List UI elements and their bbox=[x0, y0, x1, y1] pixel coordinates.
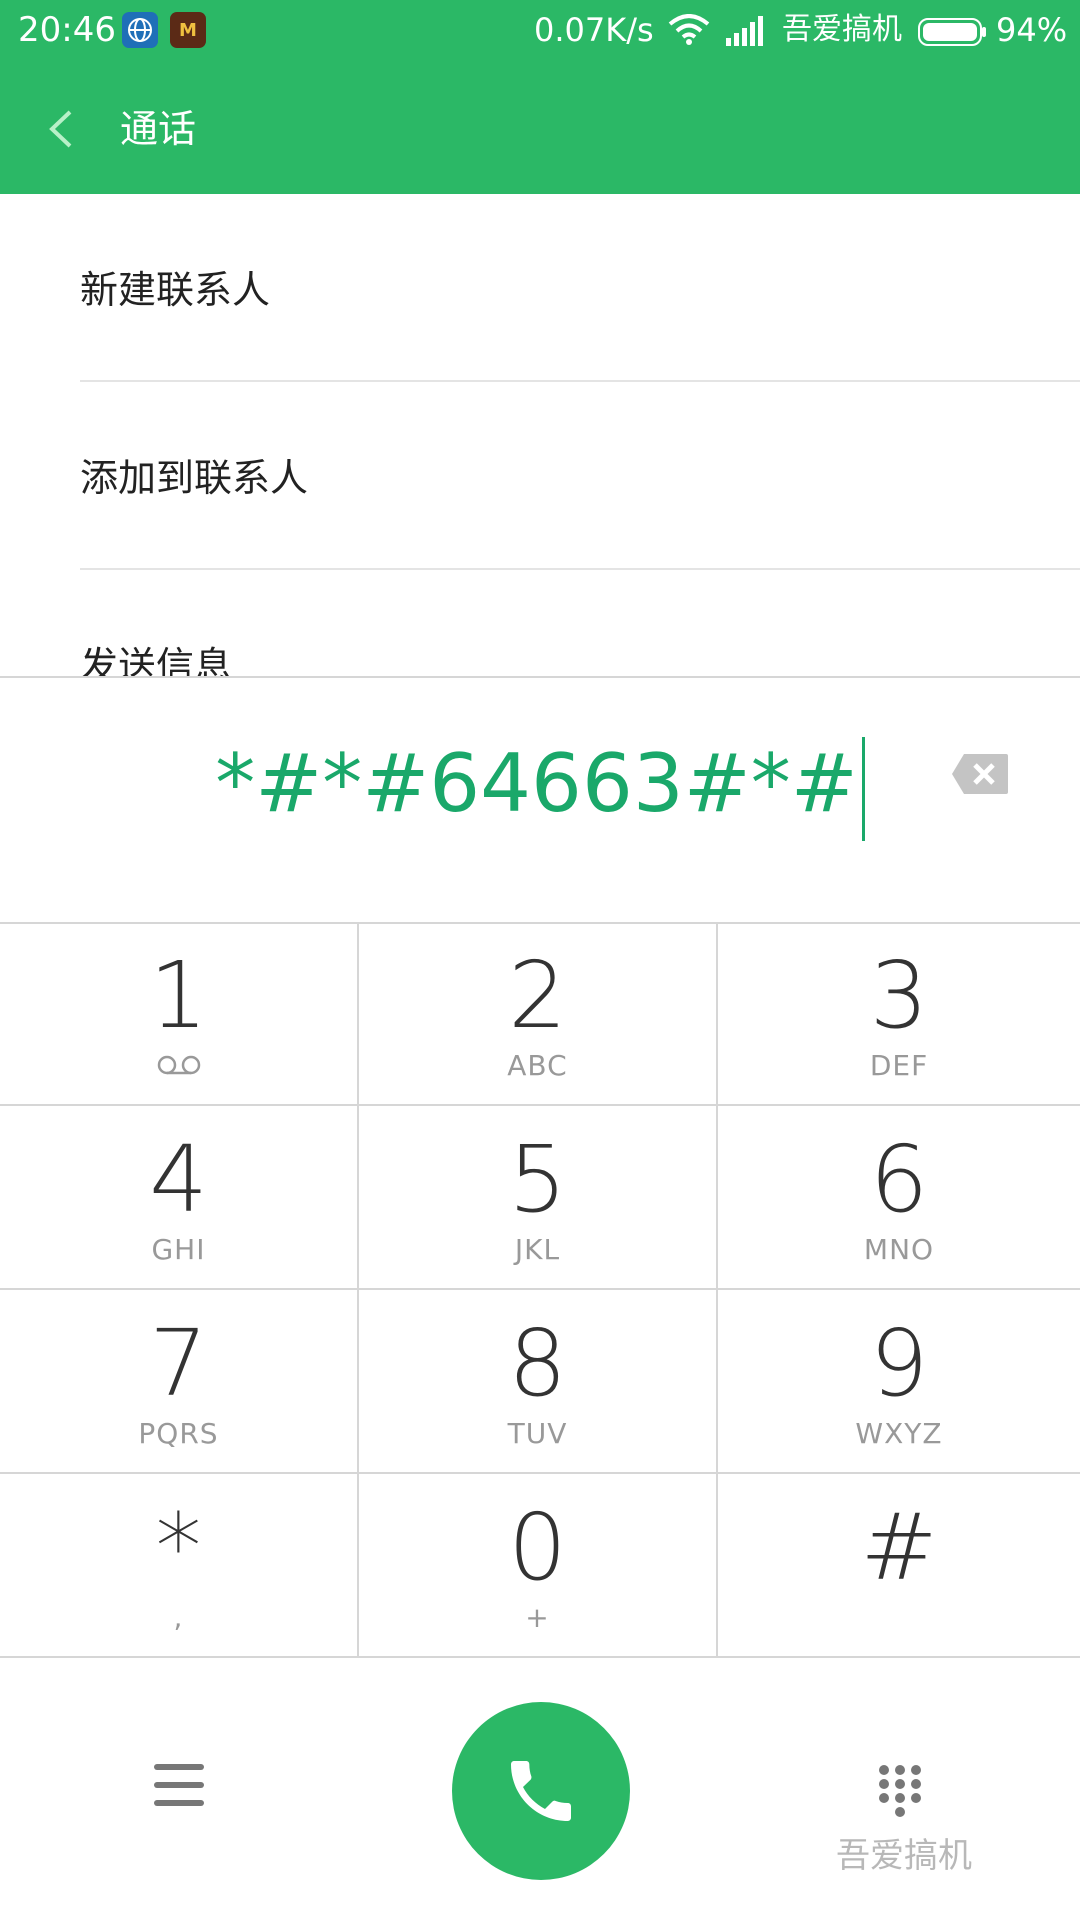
key-letters: DEF bbox=[869, 1049, 929, 1082]
key-5[interactable]: 5 JKL bbox=[359, 1106, 718, 1290]
dial-display: *#*#64663#*# bbox=[0, 676, 1080, 924]
menu-item-label: 添加到联系人 bbox=[80, 456, 309, 500]
battery-percent: 94% bbox=[996, 11, 1068, 49]
key-digit: 9 bbox=[869, 1310, 929, 1417]
watermark-text: 吾爱搞机 bbox=[836, 1836, 972, 1876]
key-digit: * bbox=[155, 1494, 202, 1601]
menu-item-label: 新建联系人 bbox=[80, 268, 271, 312]
key-digit: # bbox=[860, 1494, 938, 1601]
app-header: 通话 bbox=[0, 64, 1080, 194]
key-9[interactable]: 9 WXYZ bbox=[718, 1290, 1080, 1474]
status-time: 20:46 bbox=[18, 10, 116, 50]
key-1[interactable]: 1 bbox=[0, 922, 359, 1106]
key-digit: 2 bbox=[508, 942, 567, 1049]
key-8[interactable]: 8 TUV bbox=[359, 1290, 718, 1474]
dialed-number-text: *#*#64663#*# bbox=[215, 737, 858, 830]
key-letters: GHI bbox=[151, 1233, 206, 1266]
network-speed: 0.07K/s bbox=[534, 11, 654, 49]
key-digit: 8 bbox=[508, 1310, 567, 1417]
text-caret bbox=[861, 737, 865, 842]
voicemail-icon bbox=[0, 1054, 357, 1080]
menu-button[interactable] bbox=[154, 1762, 204, 1808]
key-2[interactable]: 2 ABC bbox=[359, 922, 718, 1106]
key-letters: ABC bbox=[507, 1049, 568, 1082]
key-hash[interactable]: # bbox=[718, 1474, 1080, 1658]
key-letters: MNO bbox=[863, 1233, 935, 1266]
key-letters: , bbox=[173, 1601, 184, 1634]
page-title: 通话 bbox=[120, 107, 197, 151]
signal-icon bbox=[726, 16, 766, 50]
key-3[interactable]: 3 DEF bbox=[718, 922, 1080, 1106]
menu-item-send-message[interactable]: 发送信息 bbox=[0, 570, 1080, 676]
chevron-left-icon bbox=[49, 110, 72, 148]
backspace-icon bbox=[952, 754, 1008, 794]
menu-item-add-to-contact[interactable]: 添加到联系人 bbox=[0, 382, 1080, 570]
key-digit: 0 bbox=[508, 1494, 567, 1601]
key-letters: TUV bbox=[507, 1417, 568, 1450]
key-6[interactable]: 6 MNO bbox=[718, 1106, 1080, 1290]
call-button[interactable] bbox=[452, 1702, 630, 1880]
key-7[interactable]: 7 PQRS bbox=[0, 1290, 359, 1474]
key-letters: WXYZ bbox=[855, 1417, 943, 1450]
backspace-button[interactable] bbox=[950, 752, 1010, 796]
dialpad-toggle-button[interactable] bbox=[876, 1762, 924, 1820]
browser-app-icon bbox=[122, 12, 158, 48]
back-button[interactable] bbox=[40, 104, 90, 154]
dialed-number[interactable]: *#*#64663#*# bbox=[0, 734, 1080, 842]
key-digit: 3 bbox=[869, 942, 929, 1049]
key-letters: PQRS bbox=[138, 1417, 219, 1450]
phone-icon bbox=[511, 1761, 571, 1821]
status-bar: 20:46 M 0.07K/s 吾爱搞机 94% bbox=[0, 0, 1080, 64]
bottom-action-bar: 吾爱搞机 bbox=[0, 1662, 1080, 1920]
battery-icon bbox=[918, 18, 988, 50]
dialpad-icon bbox=[879, 1765, 921, 1817]
hamburger-menu-icon bbox=[154, 1764, 204, 1806]
key-digit: 6 bbox=[869, 1126, 929, 1233]
key-4[interactable]: 4 GHI bbox=[0, 1106, 359, 1290]
menu-item-new-contact[interactable]: 新建联系人 bbox=[0, 194, 1080, 382]
key-0[interactable]: 0 + bbox=[359, 1474, 718, 1658]
key-digit: 1 bbox=[149, 942, 208, 1049]
wifi-icon bbox=[668, 14, 710, 50]
game-app-icon: M bbox=[170, 12, 206, 48]
menu-item-label: 发送信息 bbox=[80, 644, 233, 676]
key-letters: + bbox=[525, 1601, 550, 1634]
action-menu: 新建联系人 添加到联系人 发送信息 bbox=[0, 194, 1080, 676]
key-digit: 7 bbox=[149, 1310, 208, 1417]
key-letters: JKL bbox=[514, 1233, 561, 1266]
key-digit: 4 bbox=[149, 1126, 208, 1233]
key-digit: 5 bbox=[508, 1126, 567, 1233]
carrier-name: 吾爱搞机 bbox=[782, 12, 902, 47]
dialpad: 1 2 ABC 3 DEF 4 GHI 5 JKL 6 MNO 7 PQRS 8… bbox=[0, 922, 1080, 1662]
key-star[interactable]: * , bbox=[0, 1474, 359, 1658]
